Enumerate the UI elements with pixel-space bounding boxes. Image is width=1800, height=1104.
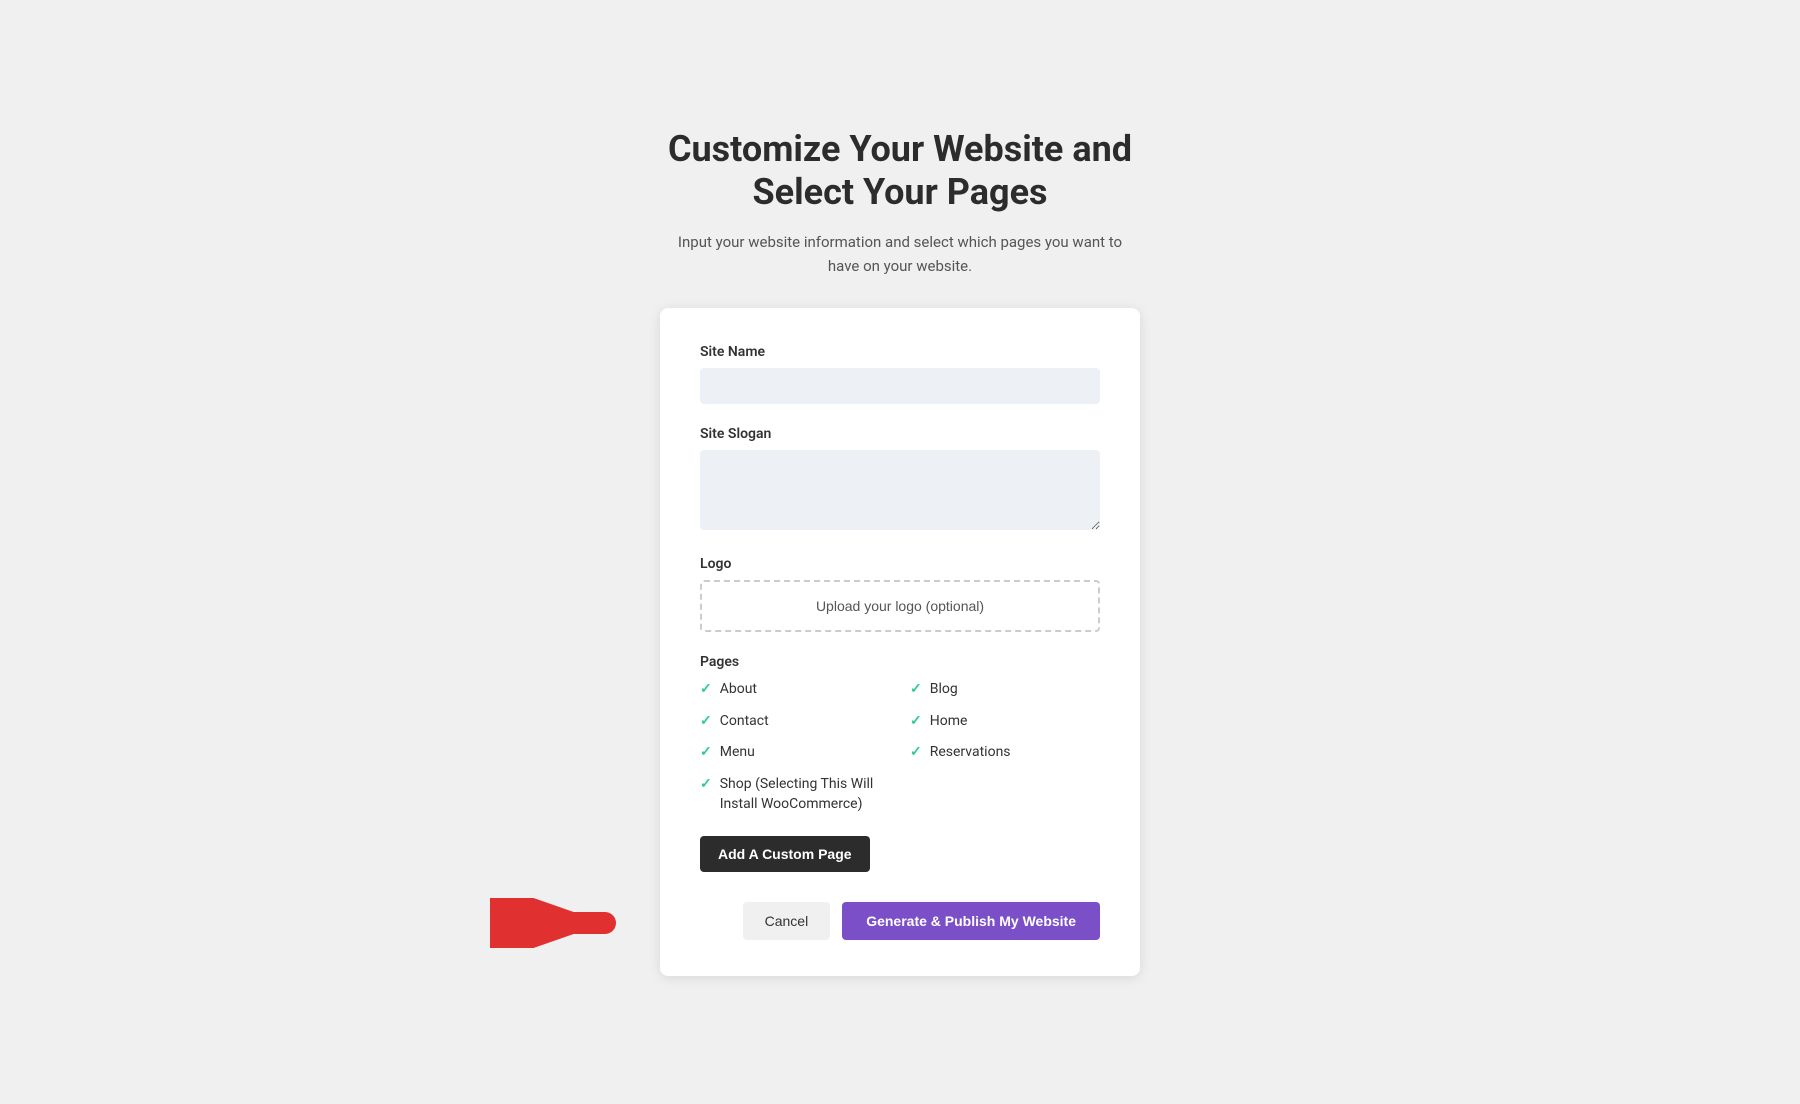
- arrow-indicator: [490, 898, 620, 948]
- site-slogan-input[interactable]: [700, 450, 1100, 530]
- site-slogan-label: Site Slogan: [700, 426, 1100, 442]
- logo-group: Logo Upload your logo (optional): [700, 556, 1100, 632]
- cancel-button[interactable]: Cancel: [743, 902, 831, 940]
- page-label-reservations: Reservations: [930, 743, 1011, 763]
- site-name-input[interactable]: [700, 368, 1100, 404]
- page-label-home: Home: [930, 712, 968, 732]
- add-custom-page-button[interactable]: Add A Custom Page: [700, 836, 870, 872]
- page-item-about[interactable]: ✓ About: [700, 680, 890, 700]
- page-item-shop[interactable]: ✓ Shop (Selecting This Will Install WooC…: [700, 775, 890, 814]
- site-slogan-group: Site Slogan: [700, 426, 1100, 534]
- page-item-contact[interactable]: ✓ Contact: [700, 712, 890, 732]
- check-icon-blog: ✓: [910, 681, 922, 697]
- page-label-about: About: [720, 680, 757, 700]
- page-label-menu: Menu: [720, 743, 755, 763]
- page-label-contact: Contact: [720, 712, 769, 732]
- check-icon-about: ✓: [700, 681, 712, 697]
- page-item-menu[interactable]: ✓ Menu: [700, 743, 890, 763]
- page-wrapper: Customize Your Website and Select Your P…: [0, 0, 1800, 1104]
- footer-buttons: Cancel Generate & Publish My Website: [700, 902, 1100, 940]
- heading-section: Customize Your Website and Select Your P…: [668, 128, 1132, 278]
- logo-label: Logo: [700, 556, 1100, 572]
- page-item-blog[interactable]: ✓ Blog: [910, 680, 1100, 700]
- check-icon-home: ✓: [910, 713, 922, 729]
- check-icon-reservations: ✓: [910, 744, 922, 760]
- pages-label: Pages: [700, 654, 1100, 670]
- site-name-group: Site Name: [700, 344, 1100, 404]
- page-title: Customize Your Website and Select Your P…: [668, 128, 1132, 214]
- form-card: Site Name Site Slogan Logo Upload your l…: [660, 308, 1140, 976]
- page-subtitle: Input your website information and selec…: [670, 230, 1130, 278]
- pages-grid: ✓ About ✓ Blog ✓ Contact ✓ Home: [700, 680, 1100, 814]
- page-item-reservations[interactable]: ✓ Reservations: [910, 743, 1100, 763]
- check-icon-menu: ✓: [700, 744, 712, 760]
- pages-section: Pages ✓ About ✓ Blog ✓ Contact: [700, 654, 1100, 814]
- check-icon-shop: ✓: [700, 776, 712, 792]
- generate-publish-button[interactable]: Generate & Publish My Website: [842, 902, 1100, 940]
- logo-upload-button[interactable]: Upload your logo (optional): [700, 580, 1100, 632]
- page-label-shop: Shop (Selecting This Will Install WooCom…: [720, 775, 890, 814]
- page-label-blog: Blog: [930, 680, 958, 700]
- page-item-home[interactable]: ✓ Home: [910, 712, 1100, 732]
- check-icon-contact: ✓: [700, 713, 712, 729]
- site-name-label: Site Name: [700, 344, 1100, 360]
